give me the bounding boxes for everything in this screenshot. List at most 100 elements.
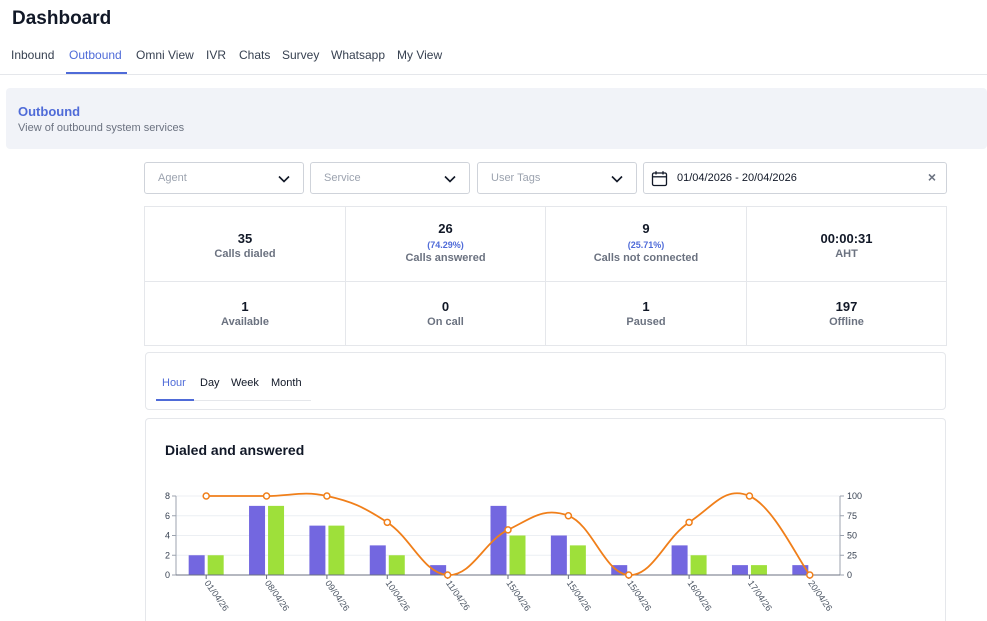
tab-survey[interactable]: Survey (282, 48, 319, 72)
rate-point (323, 492, 331, 500)
bar (328, 525, 345, 575)
stat-value: 9 (642, 221, 650, 236)
tab-whatsapp[interactable]: Whatsapp (331, 48, 385, 72)
bar (750, 565, 767, 575)
service-select[interactable]: Service (310, 162, 470, 194)
y-right-tick-label: 50 (847, 531, 857, 541)
clear-icon[interactable]: × (928, 169, 936, 185)
bar (731, 565, 748, 575)
x-tick-label: 08/04/26 (263, 578, 291, 612)
bar (309, 525, 326, 575)
rate-point (624, 571, 633, 579)
stat-label: Calls not connected (593, 252, 699, 264)
stat-percent: (25.71%) (627, 240, 665, 250)
stat-label: Offline (829, 316, 864, 328)
tab-ivr[interactable]: IVR (206, 48, 226, 72)
stat-value: 197 (835, 299, 858, 314)
date-range-value: 01/04/2026 - 20/04/2026 (677, 172, 797, 184)
x-tick-label: 20/04/26 (806, 578, 834, 612)
stat-calls-not-connected: 9 (25.71%) Calls not connected (545, 206, 747, 282)
service-placeholder: Service (324, 172, 361, 184)
tab-omni-view[interactable]: Omni View (136, 48, 194, 72)
stat-value: 1 (642, 299, 650, 314)
user-tags-select[interactable]: User Tags (477, 162, 637, 194)
chart-panel: Dialed and answered 0 2 4 6 8 0 25 50 75 100 01/04… (145, 418, 946, 621)
x-tick-label: 15/04/26 (504, 578, 532, 612)
bar (550, 535, 567, 575)
section-header: Outbound View of outbound system service… (6, 88, 987, 149)
stat-calls-dialed: 35 Calls dialed (144, 206, 346, 282)
rate-point (806, 571, 814, 579)
section-title: Outbound (18, 104, 81, 119)
x-tick-label: 15/04/26 (565, 578, 593, 612)
section-subtitle: View of outbound system services (18, 122, 185, 134)
bar (671, 545, 688, 575)
agent-placeholder: Agent (158, 172, 187, 184)
x-tick-label: 15/04/26 (625, 578, 653, 612)
x-tick-label: 16/04/26 (685, 578, 713, 612)
tab-outbound[interactable]: Outbound (66, 48, 127, 74)
y-left-tick-label: 2 (165, 550, 170, 560)
bar (249, 505, 266, 575)
rate-point (383, 518, 392, 527)
rate-point (504, 526, 512, 534)
bar (207, 555, 224, 575)
user-tags-placeholder: User Tags (491, 172, 541, 184)
chevron-down-icon (611, 175, 623, 183)
x-tick-label: 01/04/26 (203, 578, 231, 612)
x-tick-label: 09/04/26 (323, 578, 351, 612)
x-tick-label: 10/04/26 (384, 578, 412, 612)
dialed-answered-chart: 0 2 4 6 8 0 25 50 75 100 01/04/26 08/04/26 09/04/26 1… (165, 491, 862, 613)
stat-label: Calls answered (405, 252, 486, 264)
rate-line (206, 492, 811, 576)
tab-bar: Inbound Outbound Omni View IVR Chats Sur… (0, 40, 987, 75)
stat-calls-answered: 26 (74.29%) Calls answered (345, 206, 546, 282)
tab-chats[interactable]: Chats (239, 48, 270, 72)
y-left-tick-label: 6 (165, 511, 170, 521)
tab-month[interactable]: Month (271, 377, 302, 389)
bar (188, 555, 205, 575)
x-tick-label: 17/04/26 (746, 578, 774, 612)
y-right-tick-label: 0 (847, 570, 852, 580)
stat-label: AHT (835, 248, 858, 260)
bar (509, 535, 526, 575)
stat-on-call: 0 On call (345, 281, 546, 346)
bar (388, 555, 405, 575)
bar (690, 555, 707, 575)
y-left-tick-label: 8 (165, 491, 170, 501)
tab-my-view[interactable]: My View (397, 48, 442, 72)
stat-value: 35 (237, 231, 253, 246)
bar (369, 545, 386, 575)
y-right-tick-label: 75 (847, 511, 857, 521)
calendar-icon (651, 171, 668, 187)
stat-aht: 00:00:31 AHT (746, 206, 947, 282)
date-range-picker[interactable]: 01/04/2026 - 20/04/2026 × (643, 162, 947, 194)
bar (569, 545, 586, 575)
tab-week[interactable]: Week (231, 377, 259, 389)
tab-inbound[interactable]: Inbound (11, 48, 54, 72)
x-tick-label: 11/04/26 (444, 578, 472, 612)
tab-hour[interactable]: Hour (162, 377, 186, 389)
stat-label: Calls dialed (214, 248, 276, 260)
tab-day[interactable]: Day (200, 377, 220, 389)
rate-point (745, 492, 754, 500)
agent-select[interactable]: Agent (144, 162, 304, 194)
stat-label: On call (427, 316, 464, 328)
active-tab-indicator (156, 399, 194, 401)
rate-point (443, 571, 452, 579)
y-right-tick-label: 100 (847, 491, 862, 501)
stat-value: 1 (241, 299, 249, 314)
stat-value: 26 (438, 221, 453, 236)
stat-paused: 1 Paused (545, 281, 747, 346)
stat-available: 1 Available (144, 281, 346, 346)
page-title: Dashboard (12, 8, 112, 29)
chevron-down-icon (278, 175, 290, 183)
stat-value: 0 (441, 299, 450, 314)
chevron-down-icon (444, 175, 456, 183)
rate-point (202, 492, 210, 500)
stat-offline: 197 Offline (746, 281, 947, 346)
rate-point (685, 518, 693, 527)
stat-label: Paused (626, 316, 666, 328)
bar (268, 505, 285, 575)
y-right-tick-label: 25 (847, 550, 857, 560)
